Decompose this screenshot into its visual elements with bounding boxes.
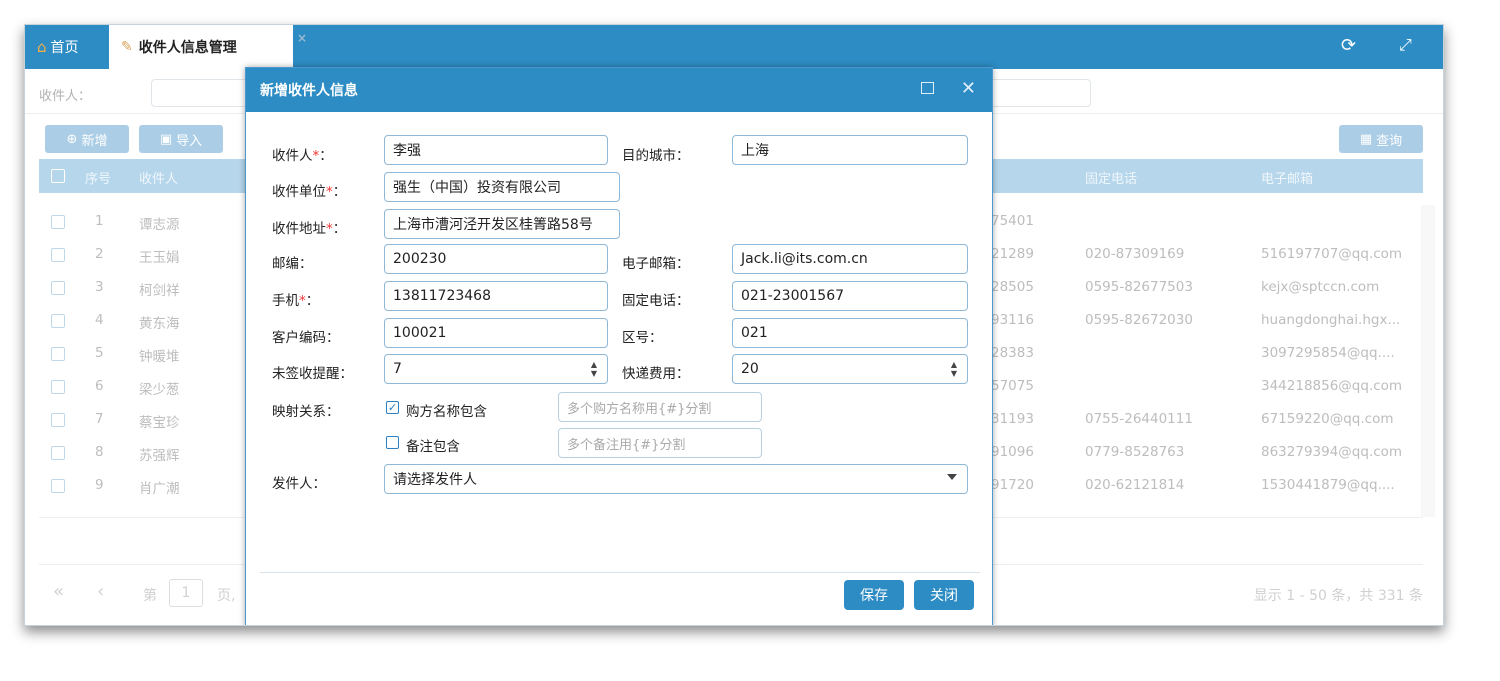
area-code-label: 区号： xyxy=(622,330,663,346)
fee-value: 20 xyxy=(741,361,759,377)
remind-value: 7 xyxy=(393,361,402,377)
tab-home[interactable]: ⌂ 首页 xyxy=(25,25,89,69)
company-field[interactable]: 强生（中国）投资有限公司 xyxy=(384,172,620,202)
address-label: 收件地址*： xyxy=(272,221,347,237)
receiver-field[interactable]: 李强 xyxy=(384,135,608,165)
sender-select[interactable]: 请选择发件人 xyxy=(384,464,968,494)
buyer-checkbox[interactable]: ✓ xyxy=(386,401,399,414)
customer-code-field[interactable]: 100021 xyxy=(384,318,608,348)
fullscreen-icon[interactable]: ⤢ xyxy=(1399,35,1412,55)
address-field[interactable]: 上海市漕河泾开发区桂箐路58号 xyxy=(384,209,620,239)
chevron-down-icon xyxy=(947,474,957,480)
email-label: 电子邮箱： xyxy=(622,256,690,272)
city-field[interactable]: 上海 xyxy=(732,135,968,165)
email-field[interactable]: Jack.li@its.com.cn xyxy=(732,244,968,274)
note-check-label: 备注包含 xyxy=(406,439,460,455)
customer-code-label: 客户编码： xyxy=(272,330,340,346)
stepper-arrows-icon[interactable]: ▲ ▼ xyxy=(949,360,959,378)
app-window: ⌂ 首页 ✎ 收件人信息管理 × ⟳ ⤢ 收件人： ⊕ 新增 ▣ 导入 ▦ 查询 xyxy=(24,24,1444,626)
fee-label: 快递费用： xyxy=(622,366,690,382)
buyer-names-input[interactable]: 多个购方名称用{#}分割 xyxy=(558,392,762,422)
mobile-field[interactable]: 13811723468 xyxy=(384,281,608,311)
close-button[interactable]: 关闭 xyxy=(914,580,974,610)
sender-label: 发件人： xyxy=(272,476,326,492)
company-label: 收件单位*： xyxy=(272,184,347,200)
dialog-titlebar: 新增收件人信息 ✕ xyxy=(246,68,992,112)
save-button[interactable]: 保存 xyxy=(844,580,904,610)
city-label: 目的城市： xyxy=(622,148,690,164)
mapping-label: 映射关系： xyxy=(272,404,340,420)
fee-stepper[interactable]: 20 ▲ ▼ xyxy=(732,354,968,384)
home-icon: ⌂ xyxy=(37,38,47,56)
tag-icon: ✎ xyxy=(121,39,133,55)
dialog-footer-divider xyxy=(260,572,980,573)
remind-stepper[interactable]: 7 ▲ ▼ xyxy=(384,354,608,384)
mobile-label: 手机*： xyxy=(272,293,320,309)
close-icon[interactable]: ✕ xyxy=(961,78,976,99)
note-checkbox[interactable] xyxy=(386,436,399,449)
refresh-icon[interactable]: ⟳ xyxy=(1341,35,1356,56)
maximize-icon[interactable] xyxy=(921,82,934,94)
zip-label: 邮编： xyxy=(272,256,313,272)
tel-label: 固定电话： xyxy=(622,293,690,309)
sender-select-value: 请选择发件人 xyxy=(393,472,477,488)
stepper-arrows-icon[interactable]: ▲ ▼ xyxy=(589,360,599,378)
tab-close-icon[interactable]: × xyxy=(297,31,307,45)
dialog-title: 新增收件人信息 xyxy=(260,83,358,99)
remind-label: 未签收提醒： xyxy=(272,366,353,382)
tab-receiver-management[interactable]: ✎ 收件人信息管理 × xyxy=(109,25,307,69)
receiver-label: 收件人*： xyxy=(272,148,333,164)
zip-field[interactable]: 200230 xyxy=(384,244,608,274)
tab-active-label: 收件人信息管理 xyxy=(138,40,237,56)
tab-home-label: 首页 xyxy=(50,40,79,56)
note-input[interactable]: 多个备注用{#}分割 xyxy=(558,428,762,458)
buyer-check-label: 购方名称包含 xyxy=(406,404,487,420)
area-code-field[interactable]: 021 xyxy=(732,318,968,348)
tel-field[interactable]: 021-23001567 xyxy=(732,281,968,311)
tab-bar: ⌂ 首页 ✎ 收件人信息管理 × ⟳ ⤢ xyxy=(25,25,1443,69)
add-receiver-dialog: 新增收件人信息 ✕ 收件人*： 李强 目的城市： 上海 收件单位*： 强生（中国… xyxy=(245,67,993,625)
